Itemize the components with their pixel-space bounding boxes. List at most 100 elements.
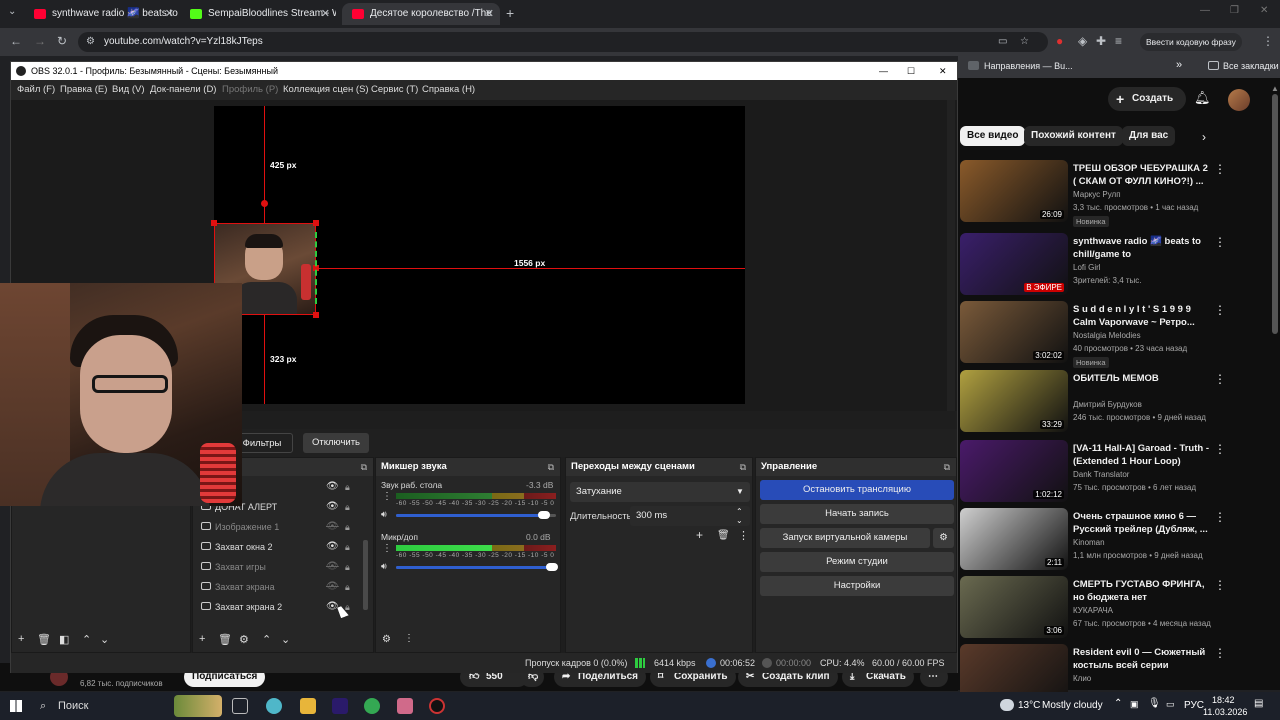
visibility-eye-icon[interactable]: 👁︎ <box>326 498 339 516</box>
all-bookmarks-link[interactable]: Все закладки <box>1223 61 1279 71</box>
chrome-icon[interactable] <box>364 698 380 714</box>
transition-menu-icon[interactable]: ⋮ <box>738 529 749 542</box>
menu-docks[interactable]: Док-панели (D) <box>150 80 216 100</box>
lock-icon[interactable]: 🔒︎ <box>345 518 350 536</box>
video-title[interactable]: ОБИТЕЛЬ МЕМОВ <box>1073 372 1213 385</box>
translate-prompt[interactable]: Ввести кодовую фразу <box>1140 33 1242 51</box>
dock-float-icon[interactable]: ⧉ <box>548 458 554 476</box>
copilot-icon[interactable] <box>266 698 282 714</box>
video-title[interactable]: synthwave radio 🌌 beats to chill/game to <box>1073 235 1213 261</box>
menu-view[interactable]: Вид (V) <box>112 80 145 100</box>
video-channel[interactable]: Lofi Girl <box>1073 263 1101 272</box>
duration-spinbox[interactable]: 300 ms ⌃ ⌄ <box>630 506 750 526</box>
transition-select[interactable]: Затухание ▼ <box>570 482 750 502</box>
new-tab-button[interactable]: + <box>506 5 514 21</box>
lock-icon[interactable]: 🔒︎ <box>345 538 350 556</box>
channel-menu-icon[interactable]: ⋮ <box>382 543 392 554</box>
virtual-camera-settings-button[interactable]: ⚙ <box>933 528 954 548</box>
source-item[interactable]: Захват экрана 👁︎ 🔒︎ <box>193 578 363 596</box>
tray-chevron-icon[interactable]: ⌃ <box>1114 698 1122 709</box>
video-channel[interactable]: Маркус Рулп <box>1073 190 1121 199</box>
menu-tools[interactable]: Сервис (T) <box>371 80 418 100</box>
menu-file[interactable]: Файл (F) <box>17 80 55 100</box>
spin-down-icon[interactable]: ⌄ <box>736 511 743 531</box>
start-recording-button[interactable]: Начать запись <box>760 504 954 524</box>
video-thumbnail[interactable]: 26:09 <box>960 160 1068 222</box>
windows-start-icon[interactable] <box>10 700 22 712</box>
tab-close-icon[interactable]: ✕ <box>165 3 174 25</box>
video-channel[interactable]: Дмитрий Бурдуков <box>1073 400 1142 409</box>
video-item[interactable]: 3:02:02 S u d d e n l y I t ' S 1 9 9 9 C… <box>958 301 1280 369</box>
microphone-icon[interactable]: 🎙︎ <box>1148 698 1161 709</box>
cast-icon[interactable]: ▭ <box>998 32 1007 52</box>
hidden-eye-icon[interactable]: 👁︎ <box>326 578 339 596</box>
add-source-icon[interactable]: + <box>199 633 205 645</box>
source-properties-icon[interactable]: ⚙ <box>239 633 249 646</box>
video-thumbnail[interactable]: 1:02:12 <box>960 440 1068 502</box>
language-indicator[interactable]: РУС <box>1184 700 1204 711</box>
video-channel[interactable]: КУКАРАЧА <box>1073 606 1113 615</box>
notifications-icon[interactable]: ▤ <box>1254 698 1263 709</box>
chip-all-videos[interactable]: Все видео <box>960 126 1026 146</box>
studio-mode-button[interactable]: Режим студии <box>760 552 954 572</box>
remove-source-icon[interactable]: 🗑︎ <box>218 633 232 646</box>
notifications-bell-icon[interactable]: 🔔︎ <box>1194 90 1211 106</box>
menu-edit[interactable]: Правка (E) <box>60 80 107 100</box>
dock-float-icon[interactable]: ⧉ <box>740 458 746 476</box>
tray-app-icon[interactable]: ▣ <box>1130 699 1139 710</box>
video-channel[interactable]: Dank Translator <box>1073 470 1129 479</box>
move-source-up-icon[interactable]: ⌃ <box>262 633 271 646</box>
back-icon[interactable]: ← <box>10 34 22 48</box>
settings-button[interactable]: Настройки <box>760 576 954 596</box>
reading-list-icon[interactable]: ≡ <box>1115 34 1122 48</box>
preview-canvas[interactable]: 425 px 1556 px 323 px <box>211 106 745 404</box>
chips-next-icon[interactable]: › <box>1202 130 1206 144</box>
video-thumbnail[interactable]: В ЭФИРЕ <box>960 233 1068 295</box>
video-item[interactable]: 26:09 ТРЕШ ОБЗОР ЧЕБУРАШКА 2 ( СКАМ ОТ ФУ… <box>958 160 1280 228</box>
window-minimize-icon[interactable]: — <box>1200 5 1210 16</box>
bookmark-item[interactable]: Направления — Bu... <box>984 61 1073 71</box>
lock-icon[interactable]: 🔒︎ <box>345 498 350 516</box>
hidden-eye-icon[interactable]: 👁︎ <box>326 518 339 536</box>
video-title[interactable]: СМЕРТЬ ГУСТАВО ФРИНГА, но бюджета нет <box>1073 578 1213 604</box>
video-channel[interactable]: Клио <box>1073 674 1091 683</box>
chip-for-you[interactable]: Для вас <box>1122 126 1176 146</box>
video-channel[interactable]: Nostalgia Melodies <box>1073 331 1141 340</box>
source-item[interactable]: Изображение 1 👁︎ 🔒︎ <box>193 518 363 536</box>
bookmarks-overflow-icon[interactable]: » <box>1176 59 1182 71</box>
lock-icon[interactable]: 🔒︎ <box>345 478 350 496</box>
start-virtual-camera-button[interactable]: Запуск виртуальной камеры <box>760 528 930 548</box>
hidden-eye-icon[interactable]: 👁︎ <box>326 558 339 576</box>
video-item[interactable]: 3:06 СМЕРТЬ ГУСТАВО ФРИНГА, но бюджета не… <box>958 576 1280 644</box>
video-item[interactable]: В ЭФИРЕ synthwave radio 🌌 beats to chill/… <box>958 233 1280 301</box>
file-explorer-icon[interactable] <box>300 698 316 714</box>
resize-handle[interactable] <box>211 220 217 226</box>
lock-icon[interactable]: 🔒︎ <box>345 558 350 576</box>
video-menu-icon[interactable]: ⋮ <box>1214 442 1226 456</box>
tab-tenth-kingdom[interactable]: Десятое королевство /The ✕ <box>342 3 500 25</box>
add-transition-icon[interactable]: + <box>696 528 703 542</box>
chip-related[interactable]: Похожий контент <box>1024 126 1123 146</box>
video-thumbnail[interactable]: 33:29 <box>960 370 1068 432</box>
resize-handle[interactable] <box>261 200 268 207</box>
advanced-audio-icon[interactable]: ⚙ <box>382 634 391 645</box>
video-thumbnail[interactable]: 3:02:02 <box>960 301 1068 363</box>
video-menu-icon[interactable]: ⋮ <box>1214 510 1226 524</box>
window-close-icon[interactable]: ✕ <box>1260 5 1268 16</box>
speaker-icon[interactable]: 🔊︎ <box>381 509 387 520</box>
move-scene-up-icon[interactable]: ⌃ <box>82 633 91 646</box>
window-restore-icon[interactable]: ❐ <box>1230 5 1239 16</box>
visibility-eye-icon[interactable]: 👁︎ <box>326 478 339 496</box>
remove-scene-icon[interactable]: 🗑︎ <box>37 633 51 646</box>
dock-float-icon[interactable]: ⧉ <box>361 458 367 476</box>
video-item[interactable]: 33:29 ОБИТЕЛЬ МЕМОВ Дмитрий Бурдуков 246 ты… <box>958 370 1280 438</box>
source-item[interactable]: Захват окна 2 👁︎ 🔒︎ <box>193 538 363 556</box>
preview-scrollbar[interactable] <box>947 100 955 411</box>
remove-transition-icon[interactable]: 🗑︎ <box>717 530 730 541</box>
video-title[interactable]: ТРЕШ ОБЗОР ЧЕБУРАШКА 2 ( СКАМ ОТ ФУЛЛ КИ… <box>1073 162 1213 188</box>
obs-maximize-button[interactable]: ☐ <box>907 62 915 80</box>
resize-handle[interactable] <box>313 312 319 318</box>
volume-slider-handle[interactable] <box>546 563 558 571</box>
tab-search-icon[interactable]: ⌄ <box>8 6 16 17</box>
video-thumbnail[interactable]: 3:06 <box>960 576 1068 638</box>
